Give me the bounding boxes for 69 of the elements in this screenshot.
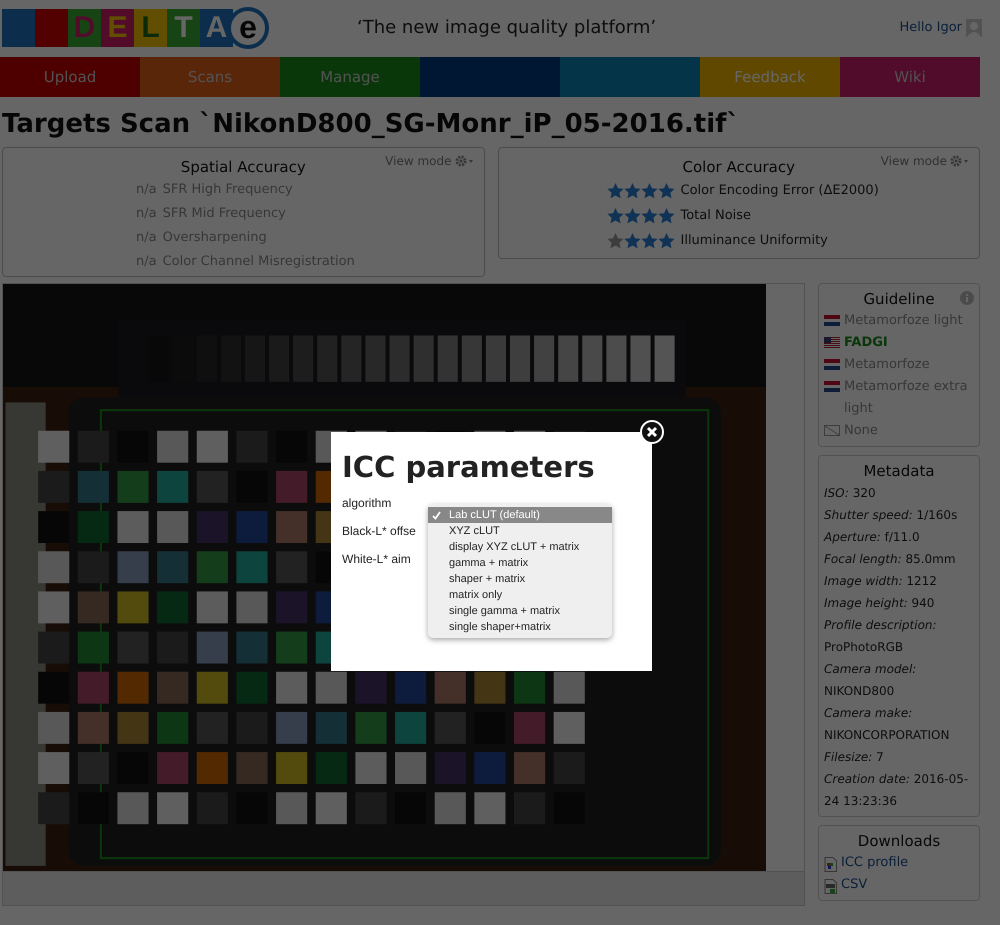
metadata-entry: Focal length: 85.0mm [824,551,957,568]
nav-tab[interactable]: Feedback [700,57,840,97]
panel-title: Downloads [858,831,940,852]
flag-icon [824,381,840,392]
metadata-entry: Shutter speed: 1/160s [824,507,958,524]
blank-nav-tab[interactable] [560,57,700,97]
file-icon [824,857,837,872]
csv-file-icon [824,879,837,894]
info-icon[interactable] [960,291,974,305]
nav-tab[interactable]: Wiki [840,57,980,97]
metadata-entry: Camera model: NIKOND800 [824,661,918,700]
dropdown-option[interactable]: XYZ cLUT [428,523,612,539]
star-icon [658,208,674,224]
nav-tab[interactable]: Scans [140,57,280,97]
checkmark-icon [432,510,441,520]
blank-image-icon [824,425,840,436]
star-icon [606,208,624,224]
dropdown-option[interactable]: shaper + matrix [428,571,612,587]
dropdown-option[interactable]: matrix only [428,587,612,603]
metric-label: Color Encoding Error (ΔE2000) [680,182,879,200]
metadata-entry: Image height: 940 [824,595,936,612]
panel-title: Color Accuracy [682,158,795,176]
star-icon [606,232,624,248]
metadata-entry: Filesize: 7 [824,749,885,766]
page-title: Targets Scan `NikonD800_SG-Monr_iP_05-2016.tif` [2,109,740,139]
metadata-entry: Camera make: NIKONCORPORATION [824,705,950,744]
gear-icon[interactable] [949,155,969,167]
flag-icon [824,359,840,370]
dropdown-option[interactable]: single gamma + matrix [428,603,612,619]
star-icon [640,182,658,198]
metric-label: Total Noise [680,207,752,225]
metadata-entry: Aperture: f/11.0 [824,529,921,546]
star-icon [658,182,674,198]
gear-icon[interactable] [454,155,474,167]
close-icon[interactable] [640,420,664,444]
star-icon [640,208,658,224]
dropdown-option[interactable]: gamma + matrix [428,555,612,571]
field-label: algorithm [342,496,392,512]
metadata-entry: ISO: 320 [824,485,877,502]
flag-icon [824,315,840,326]
dialog-title: ICC parameters [342,450,596,484]
star-icon [624,232,640,248]
dropdown-option[interactable]: single shaper+matrix [428,619,612,635]
star-icon [624,208,640,224]
user-greeting-link[interactable]: Hello Igor [900,20,962,35]
panel-title: Spatial Accuracy [180,158,306,176]
download-link[interactable]: ICC profile [841,852,908,874]
metadata-entry: Image width: 1212 [824,573,938,590]
star-icon [640,232,658,248]
metadata-entry: Creation date: 2016-05-24 13:23:36 [824,771,970,810]
download-link[interactable]: CSV [841,874,868,896]
dropdown-option[interactable]: Lab cLUT (default) [428,507,612,523]
guideline-option[interactable]: FADGI [844,332,888,354]
blank-nav-tab[interactable] [420,57,560,97]
field-label: Black-L* offse [342,524,416,540]
algorithm-dropdown-menu[interactable]: Lab cLUT (default) XYZ cLUT display XYZ cLUT + matrix gamma + matrix shaper + matrix matrix only single gamma + matrix single shaper+matrix [428,504,612,638]
star-icon [658,232,674,248]
field-label: White-L* aim [342,552,411,568]
star-icon [606,182,624,198]
dropdown-option[interactable]: display XYZ cLUT + matrix [428,539,612,555]
metric-label: Illuminance Uniformity [680,232,828,250]
flag-icon [824,337,840,348]
nav-tab[interactable]: Upload [0,57,140,97]
tagline: ‘The new image quality platform’ [357,17,656,38]
metadata-entry: Profile description: ProPhotoRGB [824,617,938,656]
star-icon [624,182,640,198]
panel-title: Metadata [863,461,935,482]
nav-tab[interactable]: Manage [280,57,420,97]
panel-title: Guideline [863,289,935,310]
